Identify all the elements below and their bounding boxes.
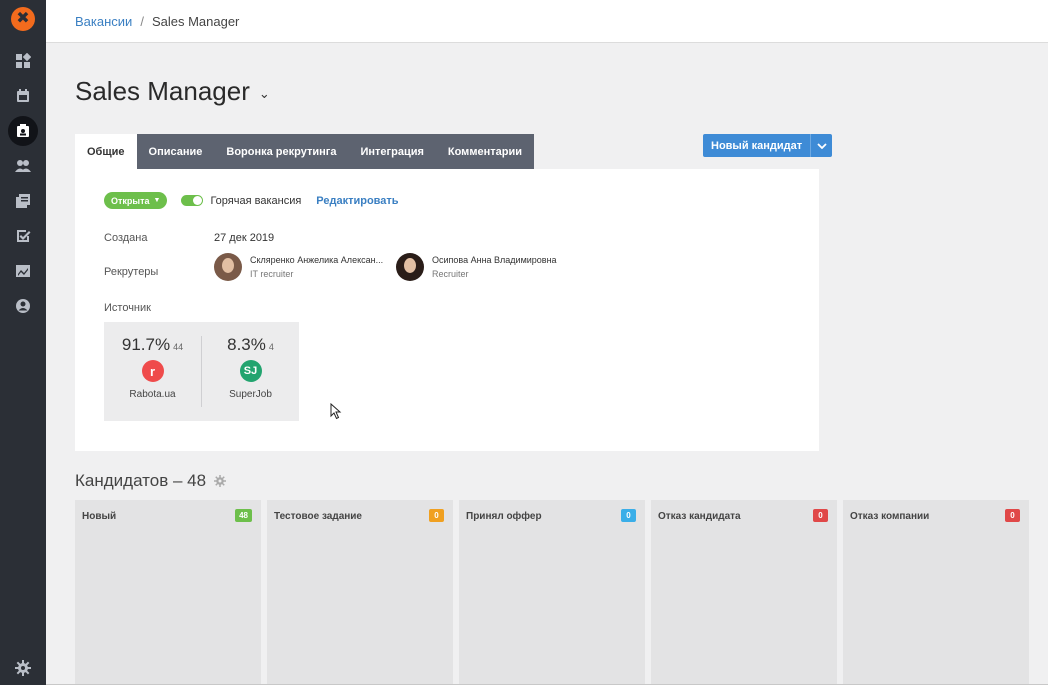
library-icon[interactable] [0,183,46,218]
mouse-cursor-icon [330,403,342,420]
column-title: Отказ компании [850,511,930,522]
status-row: Открыта ▼ Горячая вакансия Редактировать [104,192,399,209]
calendar-icon[interactable] [0,78,46,113]
tab-comments[interactable]: Комментарии [436,134,534,169]
tasks-icon[interactable] [0,218,46,253]
count-badge: 0 [813,509,828,522]
count-badge: 0 [621,509,636,522]
hot-vacancy-toggle[interactable] [181,195,204,206]
pipeline-column-new[interactable]: Новый 48 [75,500,261,685]
source-count: 44 [173,342,184,352]
source-stats: 91.7% 44 r Rabota.ua 8.3% 4 SJ SuperJob [104,322,299,421]
candidates-icon[interactable] [0,148,46,183]
source-name: SuperJob [229,389,272,400]
column-title: Новый [82,511,117,522]
chevron-down-icon[interactable]: ⌄ [259,86,270,102]
candidates-count: Кандидатов – 48 [75,471,207,490]
count-badge: 0 [1005,509,1020,522]
tab-description[interactable]: Описание [137,134,215,169]
sidebar: ✖ [0,0,46,685]
edit-link[interactable]: Редактировать [316,195,398,207]
tab-general[interactable]: Общие [75,134,137,169]
count-badge: 48 [235,509,252,522]
recruiters-label: Рекрутеры [104,266,159,278]
status-label: Открыта [111,195,150,206]
breadcrumb: Вакансии / Sales Manager [46,0,1048,43]
source-name: Rabota.ua [129,389,176,400]
breadcrumb-vacancies-link[interactable]: Вакансии [75,14,132,29]
recruiter-role: Recruiter [432,269,469,279]
pipeline-column-company-rejected[interactable]: Отказ компании 0 [843,500,1029,685]
tab-integration[interactable]: Интеграция [348,134,435,169]
created-value: 27 дек 2019 [214,232,275,244]
superjob-logo-icon: SJ [239,360,262,382]
pipeline-columns: Новый 48 Тестовое задание 0 Принял оффер… [75,500,1029,685]
profile-icon[interactable] [0,288,46,323]
source-label: Источник [104,302,151,314]
status-dropdown[interactable]: Открыта ▼ [104,192,168,209]
candidates-title: Кандидатов – 48 [75,471,227,491]
app-logo-icon[interactable]: ✖ [11,7,35,31]
breadcrumb-current: Sales Manager [151,13,240,29]
chevron-down-icon[interactable] [810,134,832,157]
source-count: 4 [268,342,274,352]
pipeline-column-candidate-rejected[interactable]: Отказ кандидата 0 [651,500,837,685]
pipeline-column-test-task[interactable]: Тестовое задание 0 [267,500,453,685]
gear-icon[interactable] [214,475,227,487]
count-badge: 0 [429,509,444,522]
recruiter-name: Осипова Анна Владимировна [432,255,557,265]
breadcrumb-separator: / [140,13,144,29]
new-candidate-label[interactable]: Новый кандидат [703,134,810,157]
new-candidate-button[interactable]: Новый кандидат [703,134,833,157]
vacancies-icon[interactable] [0,113,46,148]
reports-icon[interactable] [0,253,46,288]
page-title[interactable]: Sales Manager ⌄ [75,76,270,107]
page-title-text: Sales Manager [75,76,250,106]
recruiter-name: Скляренко Анжелика Алексан... [250,255,384,265]
recruiter-item[interactable]: Скляренко Анжелика Алексан... IT recruit… [214,253,383,281]
created-label: Создана [104,232,148,244]
vacancy-general-card: Открыта ▼ Горячая вакансия Редактировать… [75,169,819,451]
column-title: Тестовое задание [274,511,362,522]
avatar [396,253,424,281]
hot-vacancy-label: Горячая вакансия [210,194,302,207]
rabota-logo-icon: r [141,360,164,382]
settings-icon[interactable] [0,655,46,681]
avatar [214,253,242,281]
source-item-superjob: 8.3% 4 SJ SuperJob [202,322,299,421]
dashboard-icon[interactable] [0,43,46,78]
recruiter-role: IT recruiter [250,269,294,279]
column-title: Отказ кандидата [658,511,741,522]
source-percent: 8.3% [227,335,266,354]
source-percent: 91.7% [121,335,171,354]
tab-funnel[interactable]: Воронка рекрутинга [214,134,348,169]
pipeline-column-offer-accepted[interactable]: Принял оффер 0 [459,500,645,685]
column-title: Принял оффер [466,511,542,522]
caret-down-icon: ▼ [153,197,161,204]
source-item-rabota: 91.7% 44 r Rabota.ua [104,322,201,421]
recruiter-item[interactable]: Осипова Анна Владимировна Recruiter [396,253,557,281]
tab-bar: Общие Описание Воронка рекрутинга Интегр… [75,134,534,169]
